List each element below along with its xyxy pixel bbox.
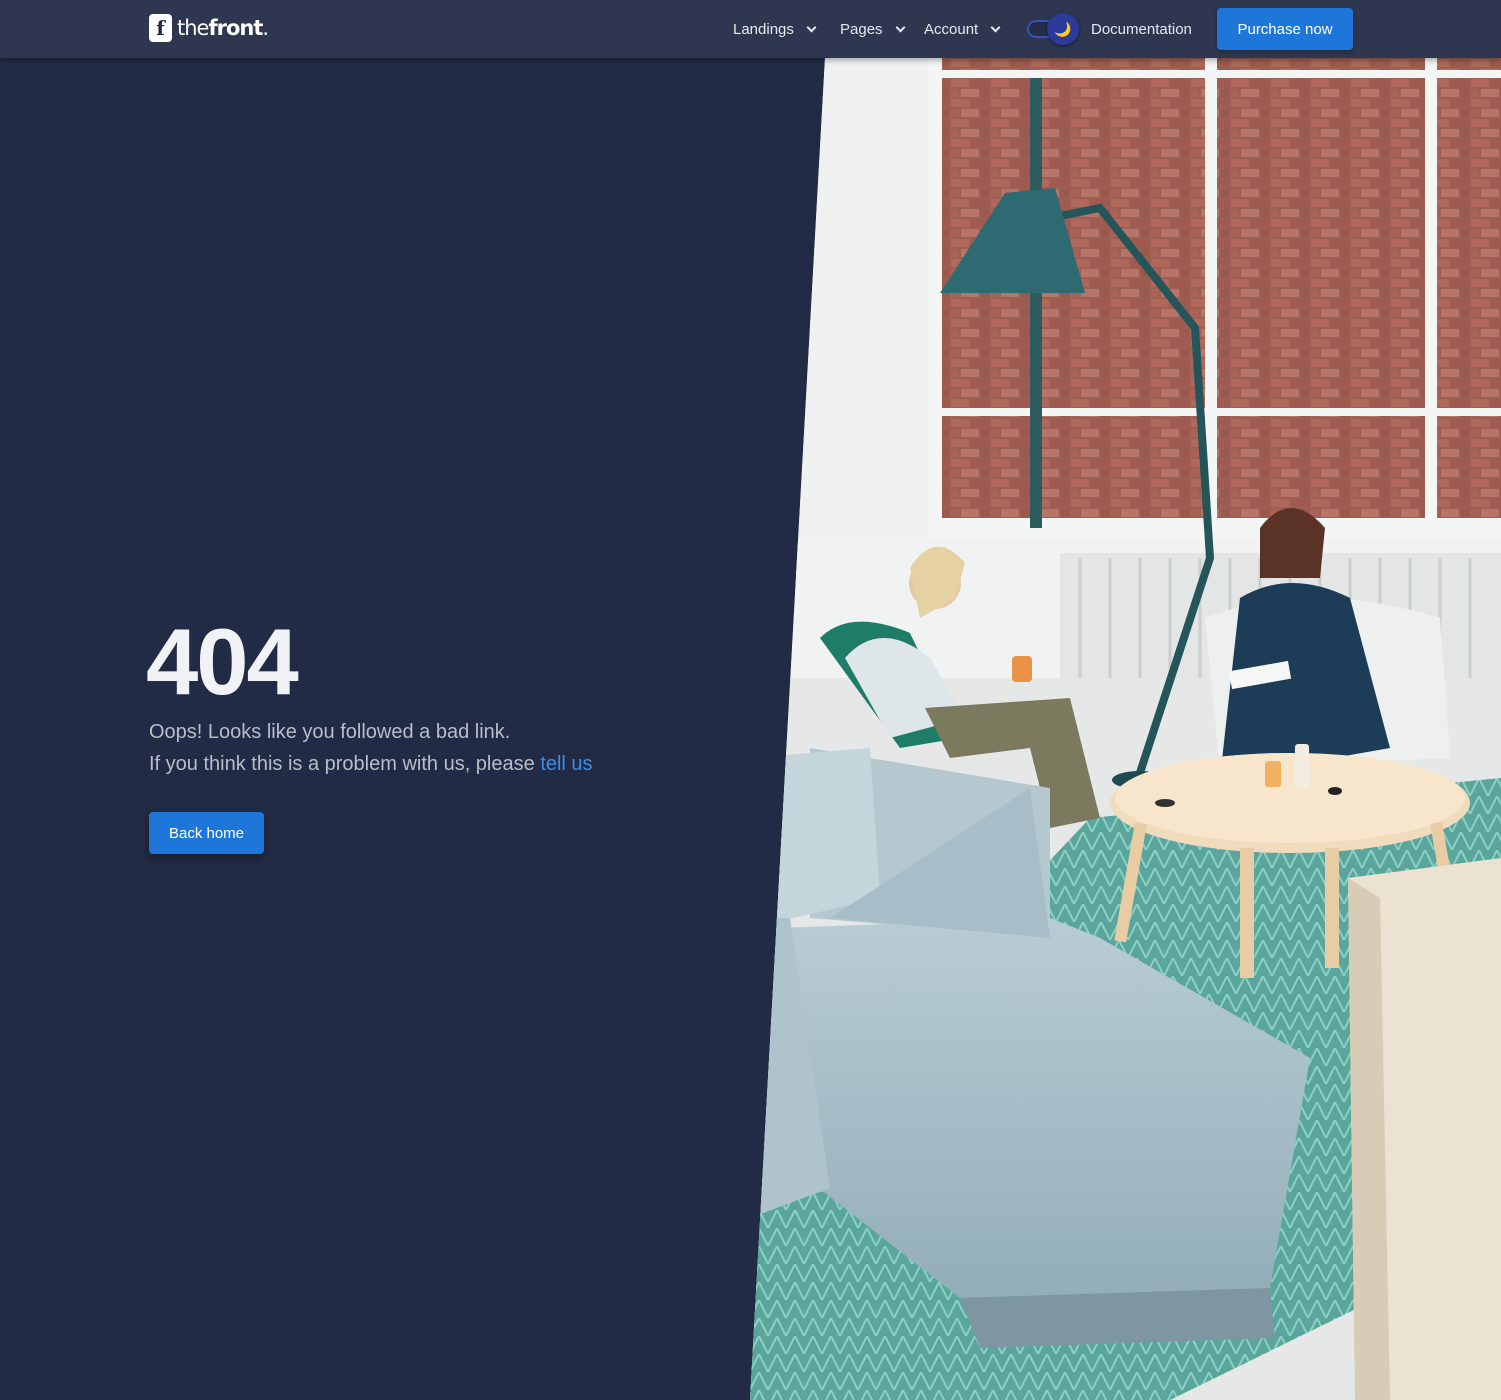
nav-item-label: Pages	[840, 20, 883, 38]
office-lounge-photo	[750, 58, 1501, 1400]
chevron-down-icon	[990, 22, 1001, 32]
theme-toggle-switch[interactable]: 🌙	[1027, 13, 1079, 45]
nav-item-label: Landings	[733, 20, 794, 38]
error-message: Oops! Looks like you followed a bad link…	[149, 721, 511, 743]
nav-item-account[interactable]: Account	[924, 0, 1001, 58]
logo-text-light: the	[177, 15, 209, 40]
nav-item-pages[interactable]: Pages	[840, 0, 905, 58]
brand-logo[interactable]: f thefront.	[149, 14, 269, 42]
logo-mark-icon: f	[149, 14, 172, 42]
nav-item-label: Account	[924, 20, 979, 38]
error-help-text: If you think this is a problem with us, …	[149, 750, 593, 778]
logo-text-dot: .	[262, 15, 269, 40]
moon-icon: 🌙	[1047, 13, 1079, 45]
error-code-heading: 404	[146, 609, 299, 714]
back-home-label: Back home	[168, 824, 245, 842]
photo-illustration	[750, 58, 1501, 1400]
logo-wordmark: thefront.	[177, 15, 269, 40]
chevron-down-icon	[806, 22, 817, 32]
top-navigation-bar: f thefront. Landings Pages Account 🌙 Doc…	[0, 0, 1501, 58]
moon-glyph: 🌙	[1054, 20, 1072, 37]
purchase-now-label: Purchase now	[1237, 20, 1333, 38]
documentation-label: Documentation	[1091, 20, 1192, 38]
back-home-button[interactable]: Back home	[149, 812, 264, 854]
chevron-down-icon	[895, 22, 905, 32]
tell-us-link[interactable]: tell us	[540, 753, 592, 775]
purchase-now-button[interactable]: Purchase now	[1217, 8, 1353, 50]
error-help-prefix: If you think this is a problem with us, …	[149, 753, 535, 775]
logo-text-bold: front	[208, 15, 263, 40]
documentation-link[interactable]: Documentation	[1091, 0, 1192, 58]
nav-item-landings[interactable]: Landings	[733, 0, 817, 58]
